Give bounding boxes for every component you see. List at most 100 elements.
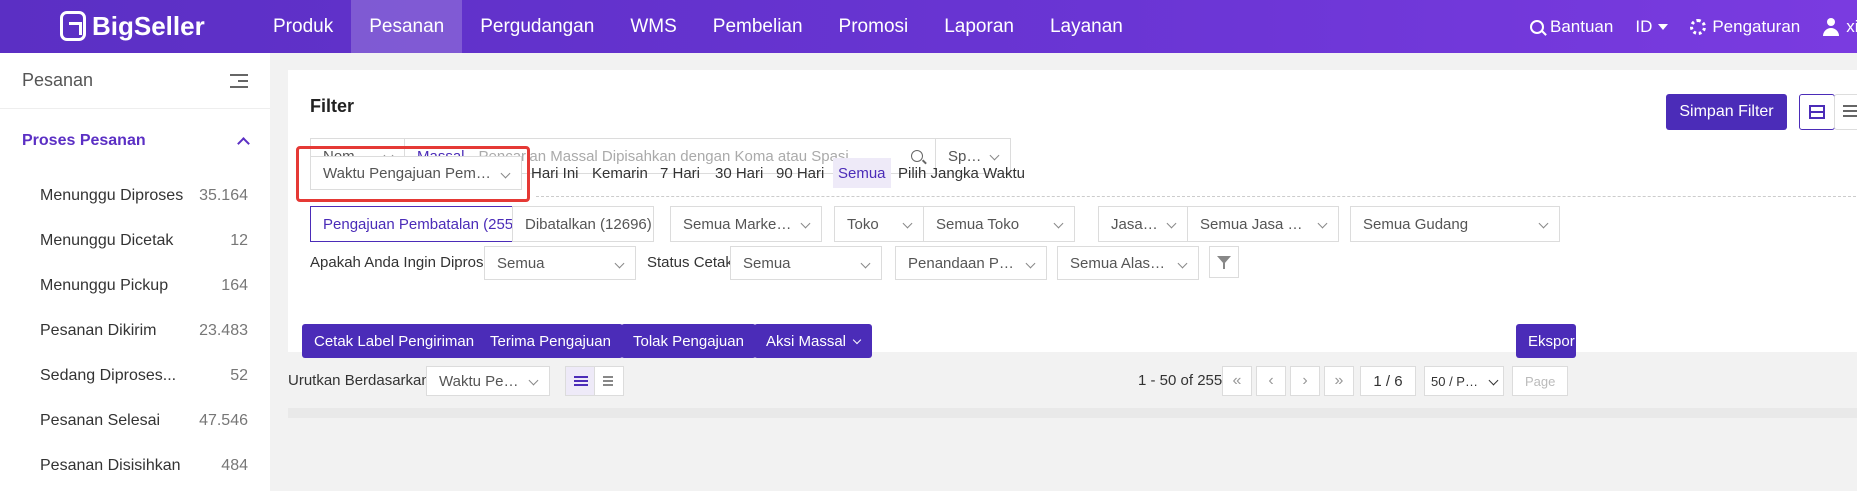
nav-pesanan[interactable]: Pesanan xyxy=(351,0,463,53)
list-view-button[interactable] xyxy=(1834,94,1857,130)
save-filter-button[interactable]: Simpan Filter xyxy=(1666,94,1787,130)
nav-wms[interactable]: WMS xyxy=(612,0,694,53)
nav-promosi[interactable]: Promosi xyxy=(821,0,927,53)
shipping-value: Semua Jasa Kirim xyxy=(1200,215,1322,233)
top-navbar: BigSeller Produk Pesanan Pergudangan WMS… xyxy=(0,0,1857,53)
logo-text: BigSeller xyxy=(92,10,205,41)
list-icon xyxy=(1843,105,1857,107)
section-label: Proses Pesanan xyxy=(22,132,146,149)
toko-type-select[interactable]: Toko xyxy=(834,206,924,242)
accept-request-button[interactable]: Terima Pengajuan xyxy=(478,324,623,358)
first-page-button[interactable]: « xyxy=(1222,366,1252,396)
nav-layanan[interactable]: Layanan xyxy=(1032,0,1141,53)
chevron-down-icon xyxy=(902,218,913,229)
more-filters-funnel-icon[interactable] xyxy=(1209,246,1239,278)
filter-title: Filter xyxy=(310,96,355,116)
page-indicator: 1 / 6 xyxy=(1360,366,1416,396)
print-status-value: Semua xyxy=(743,254,791,272)
warehouse-select[interactable]: Semua Gudang xyxy=(1350,206,1560,242)
page-jump-input[interactable]: Page xyxy=(1512,366,1568,396)
user-menu[interactable]: xin xyxy=(1822,17,1857,37)
marketplace-select[interactable]: Semua Marketpla... xyxy=(670,206,822,242)
language-label: ID xyxy=(1635,16,1653,36)
warehouse-value: Semua Gudang xyxy=(1363,215,1469,233)
next-page-button[interactable]: › xyxy=(1290,366,1320,396)
layout-grid-icon xyxy=(1809,105,1825,119)
settings-link[interactable]: Pengaturan xyxy=(1690,17,1800,37)
proses-select[interactable]: Semua xyxy=(484,246,636,280)
sidebar-item-menunggu-dicetak[interactable]: Menunggu Dicetak 12 xyxy=(0,218,270,263)
proses-label: Apakah Anda Ingin Diproses xyxy=(310,254,500,271)
sidebar-item-count: 52 xyxy=(230,366,248,384)
toko-type-value: Toko xyxy=(847,215,879,233)
sidebar-item-label: Pesanan Selesai xyxy=(40,411,161,429)
user-icon xyxy=(1822,17,1840,36)
shipping-select[interactable]: Semua Jasa Kirim xyxy=(1187,206,1339,242)
user-name: xin xyxy=(1846,16,1857,36)
sidebar-item-label: Menunggu Dicetak xyxy=(40,231,174,249)
bigseller-logo[interactable]: BigSeller xyxy=(60,10,205,42)
nav-laporan[interactable]: Laporan xyxy=(926,0,1032,53)
main-nav: Produk Pesanan Pergudangan WMS Pembelian… xyxy=(255,0,1141,53)
table-header-strip xyxy=(288,408,1857,418)
sidebar-item-pesanan-selesai[interactable]: Pesanan Selesai 47.546 xyxy=(0,398,270,443)
sidebar-item-menunggu-diproses[interactable]: Menunggu Diproses 35.164 xyxy=(0,173,270,218)
sidebar-item-sedang-diproses[interactable]: Sedang Diproses... 52 xyxy=(0,353,270,398)
chevron-down-icon xyxy=(860,258,871,269)
sidebar-item-count: 35.164 xyxy=(199,186,248,204)
tab-cancelled[interactable]: Dibatalkan (12696) xyxy=(512,206,654,242)
export-button[interactable]: Ekspor xyxy=(1516,324,1576,358)
shipping-type-select[interactable]: Jasa Ki... xyxy=(1098,206,1188,242)
sort-field-select[interactable]: Waktu Pemb... xyxy=(426,366,550,396)
language-selector[interactable]: ID xyxy=(1635,16,1669,37)
sidebar-item-menunggu-pickup[interactable]: Menunggu Pickup 164 xyxy=(0,263,270,308)
sort-asc-button[interactable] xyxy=(594,366,624,396)
sidebar: Pesanan Proses Pesanan Menunggu Diproses… xyxy=(0,53,270,491)
sort-desc-button[interactable] xyxy=(565,366,595,396)
range-90-days[interactable]: 90 Hari xyxy=(776,158,824,188)
per-page-value: 50 / Page xyxy=(1431,373,1487,389)
order-mark-value: Penandaan Pesan... xyxy=(908,254,1034,272)
sidebar-item-count: 23.483 xyxy=(199,321,248,339)
collapse-sidebar-icon[interactable] xyxy=(230,73,248,88)
range-all[interactable]: Semua xyxy=(833,158,891,188)
range-yesterday[interactable]: Kemarin xyxy=(592,158,648,188)
per-page-select[interactable]: 50 / Page xyxy=(1424,366,1504,396)
sidebar-item-pesanan-dikirim[interactable]: Pesanan Dikirim 23.483 xyxy=(0,308,270,353)
print-label-button[interactable]: Cetak Label Pengiriman xyxy=(302,324,487,358)
sidebar-item-pesanan-disisihkan[interactable]: Pesanan Disisihkan 484 xyxy=(0,443,270,488)
sidebar-section-proses-pesanan[interactable]: Proses Pesanan xyxy=(0,109,270,173)
chevron-down-icon xyxy=(1538,218,1549,229)
order-mark-select[interactable]: Penandaan Pesan... xyxy=(895,246,1047,280)
sidebar-item-count: 47.546 xyxy=(199,411,248,429)
range-today[interactable]: Hari Ini xyxy=(531,158,579,188)
help-link[interactable]: Bantuan xyxy=(1530,17,1613,37)
help-label: Bantuan xyxy=(1550,16,1614,36)
card-view-button[interactable] xyxy=(1799,94,1835,130)
sidebar-item-label: Pesanan Disisihkan xyxy=(40,456,181,474)
prev-page-button[interactable]: ‹ xyxy=(1256,366,1286,396)
range-7-days[interactable]: 7 Hari xyxy=(660,158,700,188)
last-page-button[interactable]: » xyxy=(1324,366,1354,396)
time-field-select[interactable]: Waktu Pengajuan Pembatalan xyxy=(310,156,522,190)
reject-request-button[interactable]: Tolak Pengajuan xyxy=(621,324,756,358)
store-select[interactable]: Semua Toko xyxy=(923,206,1075,242)
marketplace-value: Semua Marketpla... xyxy=(683,215,809,233)
pagination-range: 1 - 50 of 255 xyxy=(1138,372,1223,389)
print-status-select[interactable]: Semua xyxy=(730,246,882,280)
range-30-days[interactable]: 30 Hari xyxy=(715,158,763,188)
nav-produk[interactable]: Produk xyxy=(255,0,351,53)
sort-desc-icon xyxy=(574,376,588,378)
bigseller-logo-icon xyxy=(60,11,86,41)
bulk-action-button[interactable]: Aksi Massal xyxy=(754,324,873,358)
filter-panel: Filter Simpan Filter Nomor ... Massal Pe… xyxy=(288,70,1857,352)
sidebar-item-count: 164 xyxy=(221,276,248,294)
search-icon xyxy=(1530,19,1544,34)
range-custom[interactable]: Pilih Jangka Waktu xyxy=(898,158,1025,188)
sort-field-value: Waktu Pemb... xyxy=(439,372,537,390)
nav-pembelian[interactable]: Pembelian xyxy=(695,0,821,53)
tab-cancellation-request[interactable]: Pengajuan Pembatalan (255) xyxy=(310,206,513,242)
settings-label: Pengaturan xyxy=(1712,16,1801,36)
cancel-reason-select[interactable]: Semua Alasan Pe xyxy=(1057,246,1199,280)
nav-pergudangan[interactable]: Pergudangan xyxy=(462,0,612,53)
